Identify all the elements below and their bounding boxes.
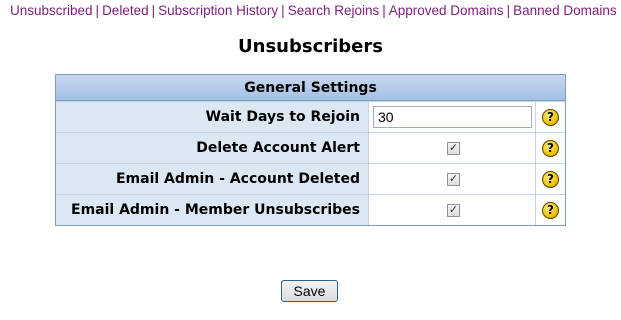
- nav-link-banned-domains[interactable]: Banned Domains: [513, 3, 617, 18]
- wait-days-label: Wait Days to Rejoin: [56, 102, 368, 132]
- email-admin-member-unsubscribes-cell: ✓: [368, 195, 535, 225]
- email-admin-account-deleted-cell: ✓: [368, 164, 535, 194]
- wait-days-cell: [368, 102, 535, 132]
- top-nav: Unsubscribed | Deleted | Subscription Histor…: [10, 3, 617, 18]
- nav-separator: |: [382, 3, 386, 18]
- wait-days-input[interactable]: [373, 106, 532, 128]
- nav-separator: |: [506, 3, 511, 18]
- save-button[interactable]: Save: [281, 280, 338, 302]
- general-settings-heading: General Settings: [56, 75, 565, 101]
- nav-link-search-rejoins[interactable]: Search Rejoins: [288, 3, 380, 18]
- nav-link-approved-domains[interactable]: Approved Domains: [389, 3, 504, 18]
- delete-account-alert-cell: ✓: [368, 133, 535, 163]
- nav-link-unsubscribed[interactable]: Unsubscribed: [10, 3, 93, 18]
- question-icon[interactable]: ?: [542, 202, 559, 219]
- question-icon[interactable]: ?: [542, 140, 559, 157]
- setting-row-wait-days: Wait Days to Rejoin ?: [56, 101, 565, 132]
- question-icon[interactable]: ?: [542, 109, 559, 126]
- help-cell: ?: [535, 102, 565, 132]
- email-admin-member-unsubscribes-label: Email Admin - Member Unsubscribes: [56, 195, 368, 225]
- setting-row-delete-account-alert: Delete Account Alert ✓ ?: [56, 132, 565, 163]
- nav-separator: |: [281, 3, 285, 18]
- setting-row-email-admin-account-deleted: Email Admin - Account Deleted ✓ ?: [56, 163, 565, 194]
- help-cell: ?: [535, 164, 565, 194]
- nav-separator: |: [95, 3, 100, 18]
- help-cell: ?: [535, 195, 565, 225]
- nav-link-subscription-history[interactable]: Subscription History: [158, 3, 278, 18]
- nav-separator: |: [151, 3, 156, 18]
- nav-link-deleted[interactable]: Deleted: [102, 3, 149, 18]
- email-admin-member-unsubscribes-checkbox[interactable]: ✓: [447, 204, 460, 217]
- email-admin-account-deleted-checkbox[interactable]: ✓: [447, 173, 460, 186]
- delete-account-alert-checkbox[interactable]: ✓: [447, 142, 460, 155]
- question-icon[interactable]: ?: [542, 171, 559, 188]
- page-title: Unsubscribers: [238, 36, 383, 57]
- setting-row-email-admin-member-unsubscribes: Email Admin - Member Unsubscribes ✓ ?: [56, 194, 565, 225]
- general-settings-table: General Settings Wait Days to Rejoin ? D…: [55, 74, 566, 226]
- delete-account-alert-label: Delete Account Alert: [56, 133, 368, 163]
- help-cell: ?: [535, 133, 565, 163]
- email-admin-account-deleted-label: Email Admin - Account Deleted: [56, 164, 368, 194]
